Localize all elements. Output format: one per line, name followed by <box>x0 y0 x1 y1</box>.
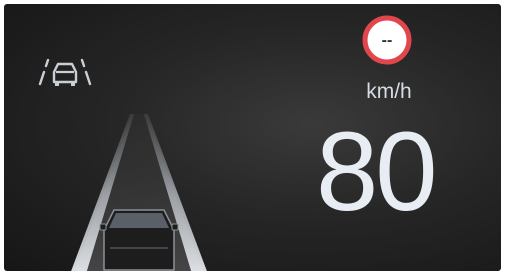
speed-unit-label: km/h <box>366 80 412 103</box>
speed-value: 80 <box>316 109 438 234</box>
instrument-cluster-display: -- km/h 80 <box>4 4 501 271</box>
road-lane-vehicle-icon <box>64 114 214 271</box>
lane-following-assist-icon <box>35 56 95 90</box>
speed-limit-value: -- <box>382 32 393 49</box>
speed-limit-sign-icon: -- <box>362 15 412 65</box>
